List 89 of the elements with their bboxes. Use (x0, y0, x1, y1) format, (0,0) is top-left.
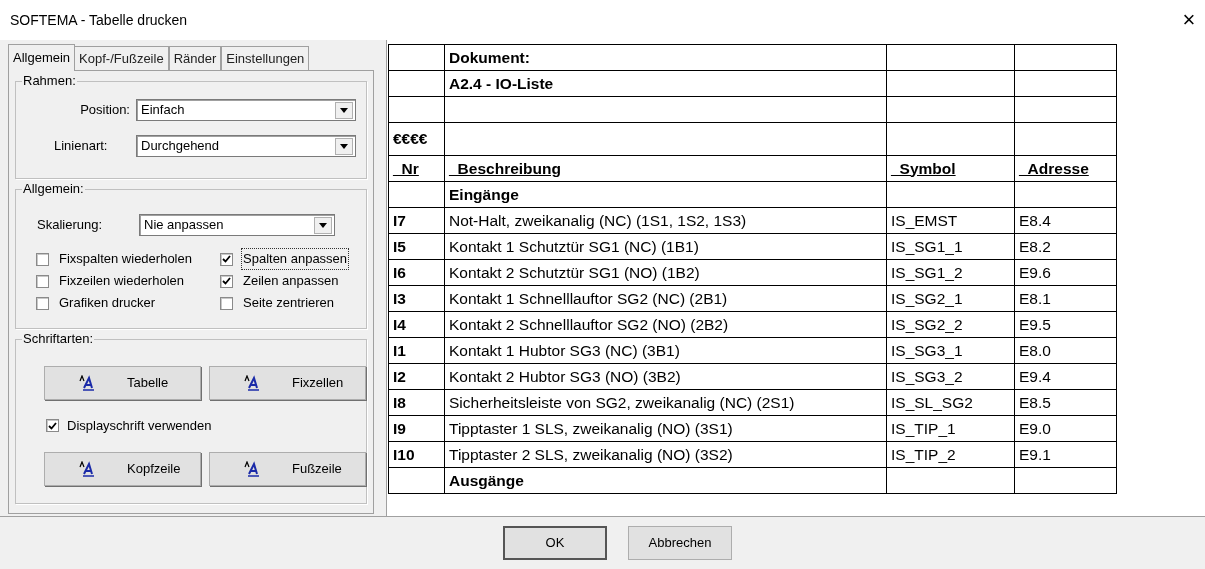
font-button[interactable]: Fußzeile (209, 451, 366, 486)
table-cell: E8.4 (1019, 211, 1051, 229)
font-button[interactable]: Fixzellen (209, 366, 366, 400)
table-cell: I2 (393, 367, 406, 385)
table-cell: E8.0 (1019, 341, 1051, 359)
close-button[interactable]: × (1179, 9, 1199, 31)
table-cell: E9.0 (1019, 419, 1051, 437)
column-header: _Symbol (891, 159, 956, 177)
checkbox[interactable] (36, 274, 49, 288)
check-icon (222, 255, 231, 263)
table-cell: Kontakt 1 Schnelllauftor SG2 (NC) (2B1) (449, 289, 728, 307)
dropdown[interactable]: Durchgehend (136, 135, 356, 157)
table-cell: I10 (393, 445, 415, 463)
table-cell: I5 (393, 237, 406, 255)
table-cell: I3 (393, 289, 406, 307)
column-header: _Beschreibung (449, 159, 561, 177)
checkbox-label: Fixspalten wiederholen (58, 250, 193, 269)
field-label: Skalierung: (37, 216, 104, 235)
table-cell: IS_SG3_1 (891, 341, 963, 359)
table-cell: Sicherheitsleiste von SG2, zweikanalig (NC) (2S1) (449, 393, 795, 411)
column-header: _Adresse (1019, 159, 1089, 177)
table-cell: I6 (393, 263, 406, 281)
font-icon (244, 460, 262, 477)
checkbox-label: Fixzeilen wiederholen (58, 272, 185, 291)
table-cell: E9.1 (1019, 445, 1051, 463)
table-cell: IS_SG3_2 (891, 367, 963, 385)
tab[interactable]: Einstellungen (221, 46, 310, 70)
table-cell: I8 (393, 393, 406, 411)
table-cell: Ausgänge (449, 471, 524, 489)
checkbox-label: Grafiken drucker (58, 294, 157, 313)
table-cell: I1 (393, 341, 406, 359)
dialog-button[interactable]: OK (503, 526, 607, 560)
table-cell: Tipptaster 2 SLS, zweikanalig (NO) (3S2) (449, 445, 733, 463)
table-cell: IS_EMST (891, 211, 958, 229)
font-icon (79, 375, 97, 391)
table-cell: Dokument: (449, 48, 530, 66)
table-cell: I4 (393, 315, 406, 333)
table-cell: Not-Halt, zweikanalig (NC) (1S1, 1S2, 1S3) (449, 211, 747, 229)
table-cell: IS_SG2_2 (891, 315, 963, 333)
window-title: SOFTEMA - Tabelle drucken (10, 10, 188, 30)
table-cell: E8.2 (1019, 237, 1051, 255)
tab[interactable]: Kopf-/Fußzeile (74, 46, 169, 70)
table-cell: I7 (393, 211, 406, 229)
table-cell: Kontakt 2 Hubtor SG3 (NO) (3B2) (449, 367, 681, 385)
table-cell: Kontakt 1 Schutztür SG1 (NC) (1B1) (449, 237, 699, 255)
checkbox[interactable] (220, 274, 233, 288)
table-cell: IS_SG1_1 (891, 237, 963, 255)
table-cell: E9.4 (1019, 367, 1051, 385)
table-cell: IS_SL_SG2 (891, 393, 973, 411)
dropdown[interactable]: Einfach (136, 99, 356, 121)
table-cell: Eingänge (449, 185, 519, 203)
checkbox-label: Zeilen anpassen (242, 272, 340, 291)
table-cell: Kontakt 1 Hubtor SG3 (NC) (3B1) (449, 341, 680, 359)
table-cell: IS_TIP_2 (891, 445, 956, 463)
tab[interactable]: Ränder (168, 46, 222, 70)
checkbox-label: Seite zentrieren (242, 294, 336, 313)
font-icon (244, 375, 262, 391)
dropdown[interactable]: Nie anpassen (139, 214, 335, 236)
column-header: _Nr (393, 159, 419, 177)
table-cell: Kontakt 2 Schutztür SG1 (NO) (1B2) (449, 263, 700, 281)
font-button[interactable]: Kopfzeile (44, 451, 201, 486)
table-cell: E8.1 (1019, 289, 1051, 307)
table-cell: E9.6 (1019, 263, 1051, 281)
group-title: Allgemein: (22, 181, 85, 197)
table-cell: IS_SG1_2 (891, 263, 963, 281)
checkbox-label: Spalten anpassen (241, 248, 350, 270)
table-cell: IS_SG2_1 (891, 289, 963, 307)
tab[interactable]: Allgemein (8, 44, 76, 71)
check-icon (222, 277, 231, 285)
checkbox[interactable] (220, 252, 233, 266)
table-cell: I9 (393, 419, 406, 437)
table-cell: Kontakt 2 Schnelllauftor SG2 (NO) (2B2) (449, 315, 729, 333)
checkbox[interactable] (46, 419, 59, 433)
field-label: Position: (79, 101, 131, 120)
checkbox[interactable] (36, 252, 49, 266)
table-cell: Tipptaster 1 SLS, zweikanalig (NO) (3S1) (449, 419, 733, 437)
check-icon (48, 421, 57, 430)
table-cell: A2.4 - IO-Liste (449, 74, 554, 92)
dialog-button[interactable]: Abbrechen (628, 526, 732, 560)
field-label: Linienart: (53, 137, 109, 156)
font-button[interactable]: Tabelle (44, 366, 201, 400)
table-cell: E9.5 (1019, 315, 1051, 333)
checkbox-label: Displayschrift verwenden (67, 417, 212, 435)
checkbox[interactable] (220, 296, 233, 310)
checkbox[interactable] (36, 296, 49, 310)
font-icon (79, 460, 97, 477)
table-cell: E8.5 (1019, 393, 1051, 411)
table-cell: IS_TIP_1 (891, 419, 956, 437)
table-cell: €€€€ (393, 130, 428, 147)
